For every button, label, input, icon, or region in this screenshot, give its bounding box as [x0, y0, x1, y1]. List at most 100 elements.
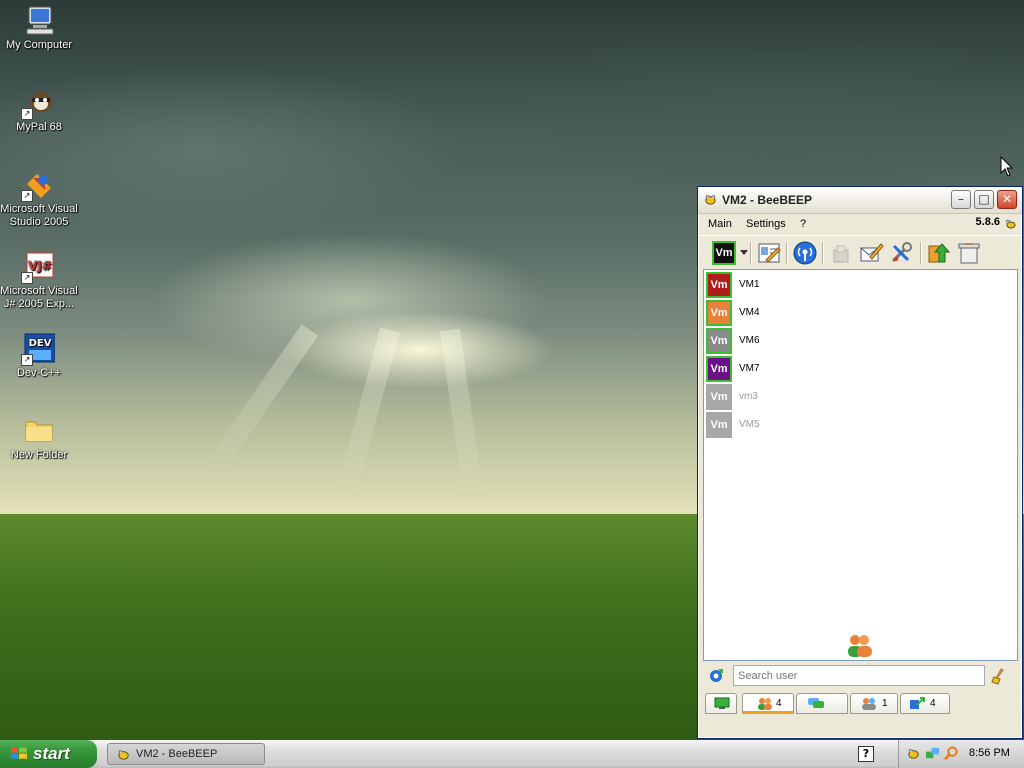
maximize-button[interactable]: □ [974, 190, 994, 209]
beebeep-app-icon [118, 750, 129, 760]
user-name: vm3 [739, 391, 758, 402]
shortcut-arrow-icon: ↗ [21, 190, 33, 202]
help-icon[interactable]: ? [858, 746, 874, 762]
search-row [703, 661, 1016, 689]
start-label: start [33, 744, 70, 763]
beebeep-window: VM2 - BeeBEEP – □ ✕ Main Settings ? 5.8.… [697, 186, 1023, 739]
edit-profile-icon[interactable] [756, 240, 782, 266]
user-avatar: Vm [706, 356, 732, 382]
menu-help[interactable]: ? [800, 218, 806, 230]
sun-ray [204, 324, 319, 475]
beebeep-app-icon [705, 195, 716, 205]
user-avatar: Vm [706, 412, 732, 438]
mypal-icon: ↗ [21, 86, 55, 120]
user-name: VM6 [739, 335, 760, 346]
menu-settings[interactable]: Settings [746, 218, 786, 230]
user-avatar: Vm [706, 384, 732, 410]
user-avatar: Vm [706, 328, 732, 354]
svg-text:VJ#: VJ# [28, 259, 52, 273]
groups-count: 1 [882, 698, 888, 709]
shortcut-arrow-icon: ↗ [21, 108, 33, 120]
toolbar-separator [822, 242, 824, 264]
minimize-button[interactable]: – [951, 190, 971, 209]
beebeep-tray-icon[interactable] [906, 746, 921, 761]
monitor-icon [714, 697, 730, 709]
tab-chats[interactable] [796, 693, 848, 714]
user-name: VM4 [739, 307, 760, 318]
network-icon[interactable] [792, 240, 818, 266]
send-file-icon[interactable] [828, 240, 854, 266]
desktop-icon-label: Dev-C++ [16, 367, 62, 379]
user-row[interactable]: Vm VM5 [706, 412, 1006, 438]
user-row[interactable]: Vm vm3 [706, 384, 1006, 410]
share-icon [910, 697, 925, 709]
desktop-icon-label: Microsoft Visual Studio 2005 [0, 203, 78, 228]
user-row[interactable]: Vm VM1 [706, 272, 1006, 298]
shortcut-arrow-icon: ↗ [21, 354, 33, 366]
clear-trash-icon[interactable] [956, 240, 982, 266]
mouse-cursor-icon [1000, 156, 1014, 177]
user-row[interactable]: Vm VM6 [706, 328, 1006, 354]
toolbar-separator [750, 242, 752, 264]
user-name: VM1 [739, 279, 760, 290]
tab-share[interactable]: 4 [900, 693, 950, 714]
desktop-icon-label: New Folder [10, 449, 68, 461]
my-computer-icon [23, 4, 55, 36]
taskbar-item-label: VM2 - BeeBEEP [136, 748, 218, 760]
desktop-icon-new-folder[interactable]: New Folder [0, 414, 78, 462]
users-count: 4 [776, 698, 782, 709]
desktop-icon-mypal[interactable]: ↗ MyPal 68 [0, 86, 78, 134]
search-options-icon[interactable] [708, 668, 724, 684]
visual-studio-icon: ↗ [21, 168, 55, 202]
svg-text:DEV: DEV [29, 338, 52, 349]
folder-icon [23, 414, 55, 446]
beebeep-small-icon [1005, 219, 1016, 229]
compose-message-icon[interactable] [858, 240, 884, 266]
user-name: VM5 [739, 419, 760, 430]
user-list: Vm VM1 Vm VM4 Vm VM6 Vm VM7 Vm vm3 Vm VM… [703, 269, 1018, 661]
window-title: VM2 - BeeBEEP [722, 193, 813, 207]
user-avatar: Vm [706, 300, 732, 326]
taskbar: start VM2 - BeeBEEP ? 8:56 PM [0, 740, 1024, 768]
taskbar-item-beebeep[interactable]: VM2 - BeeBEEP [107, 743, 265, 765]
tab-monitor[interactable] [705, 693, 737, 714]
user-avatar: Vm [706, 272, 732, 298]
desktop-icon-my-computer[interactable]: My Computer [0, 4, 78, 52]
desktop-icon-label: My Computer [5, 39, 73, 51]
windows-flag-icon [11, 747, 27, 759]
tools-icon[interactable] [888, 240, 914, 266]
system-tray: 8:56 PM [898, 740, 1024, 768]
share-count: 4 [930, 698, 936, 709]
user-row[interactable]: Vm VM7 [706, 356, 1006, 382]
close-button[interactable]: ✕ [997, 190, 1017, 209]
update-icon[interactable] [926, 240, 952, 266]
toolbar-separator [786, 242, 788, 264]
desktop-icon-visual-studio[interactable]: ↗ Microsoft Visual Studio 2005 [0, 168, 78, 229]
tab-groups[interactable]: 1 [850, 693, 898, 714]
start-button[interactable]: start [0, 740, 97, 768]
users-watermark-icon [848, 635, 872, 657]
clear-search-icon[interactable] [991, 667, 1007, 685]
window-titlebar[interactable]: VM2 - BeeBEEP – □ ✕ [698, 187, 1022, 214]
desktop-icon-label: Microsoft Visual J# 2005 Exp... [0, 285, 78, 310]
search-tray-icon[interactable] [944, 746, 959, 761]
network-tray-icon[interactable] [925, 746, 940, 761]
dev-cpp-icon: DEV ↗ [21, 332, 56, 366]
chat-icon [808, 698, 824, 708]
version-label: 5.8.6 [975, 216, 1000, 228]
menu-bar: Main Settings ? 5.8.6 [698, 214, 1022, 234]
menu-main[interactable]: Main [708, 218, 732, 230]
shortcut-arrow-icon: ↗ [21, 272, 33, 284]
tab-users[interactable]: 4 [742, 693, 794, 714]
users-icon [758, 698, 772, 710]
chevron-down-icon[interactable] [740, 250, 748, 255]
my-status-avatar[interactable]: Vm [712, 241, 736, 265]
user-name: VM7 [739, 363, 760, 374]
user-row[interactable]: Vm VM4 [706, 300, 1006, 326]
desktop-icon-label: MyPal 68 [16, 121, 62, 133]
toolbar: Vm [698, 235, 1022, 270]
desktop-icon-visual-jsharp[interactable]: VJ# ↗ Microsoft Visual J# 2005 Exp... [0, 250, 78, 311]
search-input[interactable] [733, 665, 985, 686]
toolbar-separator [920, 242, 922, 264]
desktop-icon-dev-cpp[interactable]: DEV ↗ Dev-C++ [0, 332, 78, 380]
